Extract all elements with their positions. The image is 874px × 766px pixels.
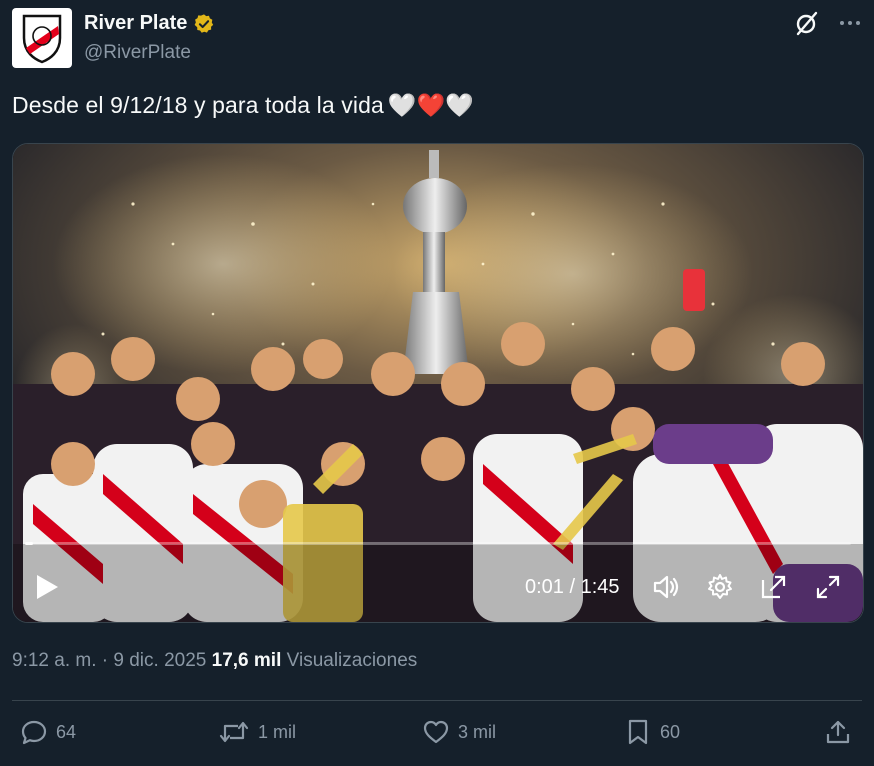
divider — [12, 700, 862, 701]
display-name[interactable]: River Plate — [84, 12, 187, 35]
top-actions — [794, 10, 862, 36]
repost-button[interactable]: 1 mil — [218, 718, 296, 746]
tweet-text: Desde el 9/12/18 y para toda la vida 🤍❤️🤍 — [12, 92, 474, 119]
grok-icon[interactable] — [794, 10, 820, 36]
action-bar: 64 1 mil 3 mil 60 — [12, 718, 862, 758]
share-button[interactable] — [824, 718, 852, 746]
video-time: 0:01 / 1:45 — [525, 576, 620, 598]
views-count: 17,6 mil — [211, 650, 282, 671]
volume-icon[interactable] — [651, 572, 681, 602]
bookmark-button[interactable]: 60 — [624, 718, 680, 746]
repost-icon — [219, 721, 249, 743]
play-icon[interactable] — [33, 572, 61, 602]
bookmark-count: 60 — [660, 721, 681, 742]
avatar[interactable] — [12, 8, 72, 68]
reply-icon — [21, 720, 47, 745]
river-plate-crest-icon — [22, 14, 62, 64]
tweet-meta: 9:12 a. m. · 9 dic. 2025 17,6 mil Visual… — [12, 650, 417, 672]
meta-separator: · — [96, 650, 114, 671]
tweet-header: River Plate @RiverPlate — [12, 8, 862, 68]
reply-button[interactable]: 64 — [20, 718, 76, 746]
heart-icon — [423, 720, 449, 744]
bookmark-icon — [628, 719, 648, 745]
picture-in-picture-icon[interactable] — [759, 572, 789, 602]
tweet-date[interactable]: 9 dic. 2025 — [113, 650, 206, 671]
more-options-icon[interactable] — [838, 11, 862, 35]
video-thumbnail — [13, 144, 863, 622]
repost-count: 1 mil — [258, 721, 297, 742]
hearts-emoji: 🤍❤️🤍 — [387, 92, 475, 118]
handle[interactable]: @RiverPlate — [84, 42, 191, 64]
tweet-time[interactable]: 9:12 a. m. — [12, 650, 97, 671]
tweet-text-body: Desde el 9/12/18 y para toda la vida — [12, 92, 384, 118]
like-button[interactable]: 3 mil — [422, 718, 496, 746]
fullscreen-icon[interactable] — [813, 572, 843, 602]
video-progress-fill — [25, 542, 34, 545]
like-count: 3 mil — [458, 721, 497, 742]
verified-badge-icon — [195, 13, 214, 33]
reply-count: 64 — [56, 721, 77, 742]
share-icon — [826, 720, 850, 744]
settings-icon[interactable] — [705, 572, 735, 602]
video-player[interactable]: 0:01 / 1:45 — [12, 143, 864, 623]
video-progress-bar[interactable] — [25, 542, 851, 545]
name-row: River Plate — [84, 12, 215, 35]
views-label: Visualizaciones — [286, 650, 418, 671]
